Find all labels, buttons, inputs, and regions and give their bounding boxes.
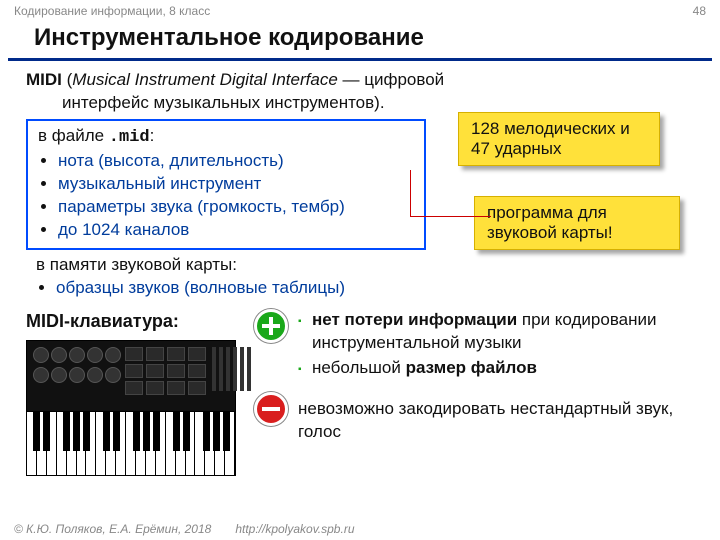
disadvantage-text: невозможно закодировать нестандартный зв… [298, 398, 694, 444]
callout-instruments: 128 мелодических и 47 ударных [458, 112, 660, 166]
page-title: Инструментальное кодирование [8, 20, 712, 61]
footer-url: http://kpolyakov.spb.ru [235, 522, 354, 536]
list-item: образцы звуков (волновые таблицы) [56, 277, 694, 300]
connector-line [410, 170, 491, 217]
page-number: 48 [693, 4, 706, 18]
advantages-list: нет потери информации при кодировании ин… [298, 309, 694, 382]
list-item: параметры звука (громкость, тембр) [58, 196, 414, 219]
minus-icon [254, 392, 288, 426]
keyboard-label: MIDI-клавиатура: [26, 309, 236, 333]
footer-author: © К.Ю. Поляков, Е.А. Ерёмин, 2018 [14, 522, 211, 536]
list-item: нота (высота, длительность) [58, 150, 414, 173]
plus-icon [254, 309, 288, 343]
file-box: в файле .mid: нота (высота, длительность… [26, 119, 426, 250]
midi-keyboard-image [26, 340, 236, 476]
callout-soundcard: программа для звуковой карты! [474, 196, 680, 250]
list-item: музыкальный инструмент [58, 173, 414, 196]
midi-definition: MIDI (Musical Instrument Digital Interfa… [26, 69, 694, 115]
memory-block: в памяти звуковой карты: образцы звуков … [26, 254, 694, 300]
course-label: Кодирование информации, 8 класс [14, 4, 210, 18]
list-item: до 1024 каналов [58, 219, 414, 242]
